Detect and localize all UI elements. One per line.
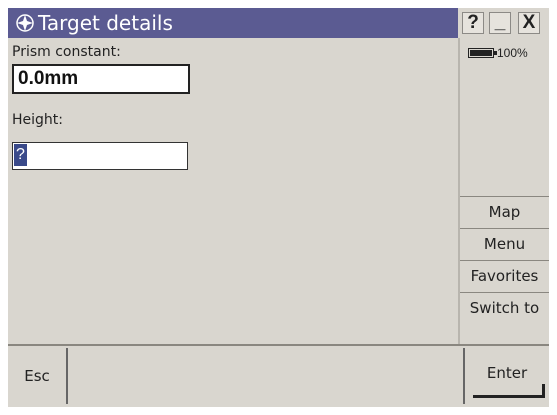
app-screen: Target details ? _ X Prism constant: 0.0…: [8, 8, 549, 407]
height-value-selected: ?: [14, 144, 27, 166]
favorites-button[interactable]: Favorites: [460, 260, 549, 292]
enter-button[interactable]: Enter: [463, 348, 549, 404]
battery-percent: 100%: [497, 46, 528, 60]
bottom-divider: [8, 344, 549, 346]
window-title: Target details: [38, 11, 173, 35]
help-button[interactable]: ?: [462, 12, 484, 34]
window-controls: ? _ X: [458, 8, 549, 38]
menu-button-label: Menu: [483, 235, 526, 253]
switch-to-button[interactable]: Switch to: [460, 292, 549, 326]
map-button[interactable]: Map: [460, 196, 549, 228]
esc-button[interactable]: Esc: [8, 348, 68, 404]
battery-fill: [470, 50, 492, 56]
enter-button-label: Enter: [486, 364, 528, 382]
minimize-button[interactable]: _: [489, 12, 511, 34]
height-field[interactable]: ?: [12, 142, 188, 170]
esc-button-label: Esc: [24, 367, 50, 385]
favorites-button-label: Favorites: [470, 267, 539, 285]
close-button[interactable]: X: [518, 12, 540, 34]
enter-hook: [542, 384, 545, 398]
menu-button[interactable]: Menu: [460, 228, 549, 260]
height-label: Height:: [12, 112, 63, 128]
enter-underline: [473, 395, 545, 398]
battery-icon: [468, 48, 497, 58]
title-bar: Target details: [8, 8, 458, 38]
map-button-label: Map: [488, 203, 521, 221]
prism-constant-field[interactable]: 0.0mm: [12, 64, 190, 94]
target-rose-icon: [16, 14, 34, 32]
prism-constant-label: Prism constant:: [12, 44, 121, 60]
prism-constant-value: 0.0mm: [18, 68, 79, 89]
switch-to-button-label: Switch to: [469, 299, 540, 317]
